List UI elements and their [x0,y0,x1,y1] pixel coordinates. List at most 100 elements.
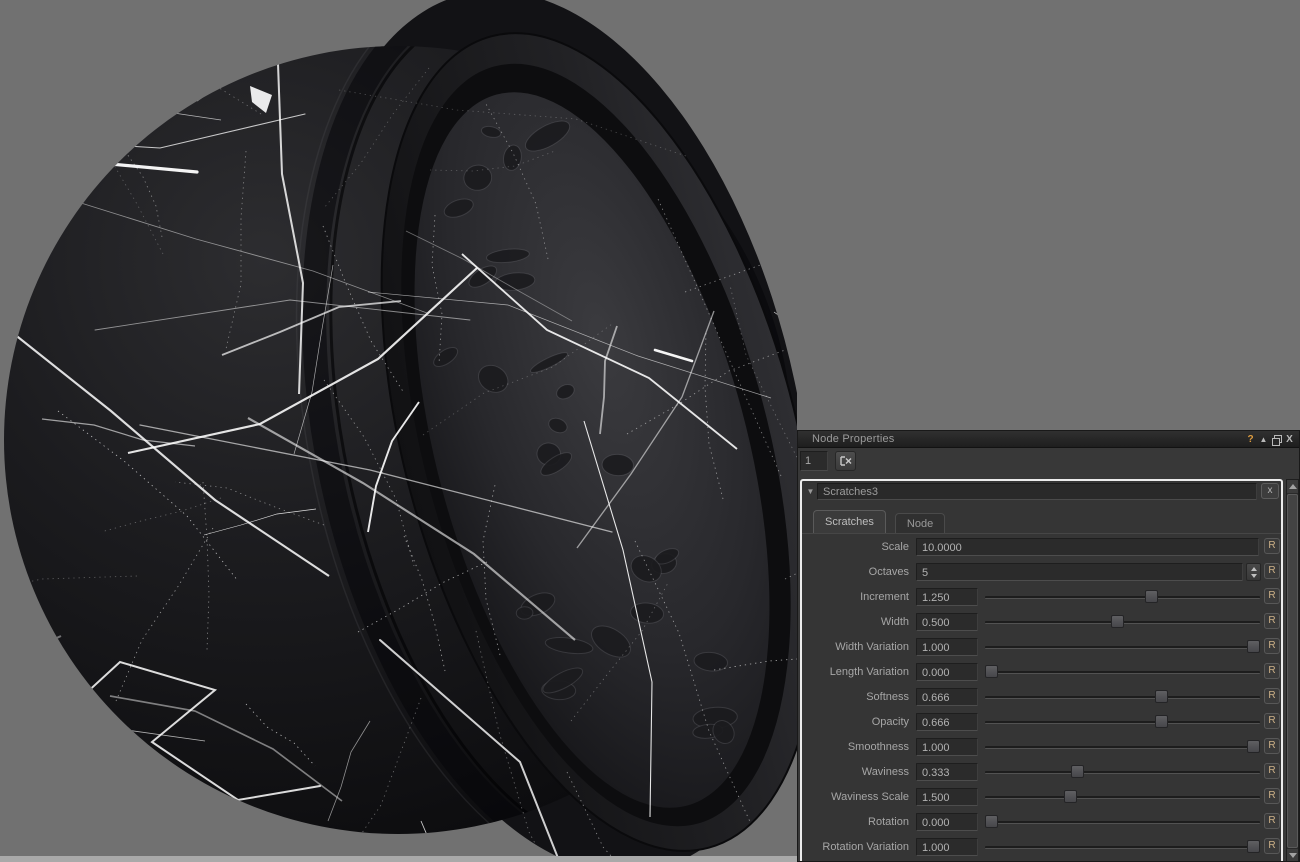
scroll-up-button[interactable] [1287,480,1298,493]
param-value-field[interactable]: 0.666 [916,713,978,731]
param-slider[interactable] [985,588,1260,606]
reset-button[interactable]: R [1264,813,1280,829]
node-name-field[interactable]: Scratches3 [817,483,1257,500]
param-row: Opacity 0.666 R [802,710,1281,735]
param-row: Length Variation 0.000 R [802,660,1281,685]
param-value-field[interactable]: 1.500 [916,788,978,806]
slider-track[interactable] [985,796,1260,799]
slider-track[interactable] [985,746,1260,749]
param-value-field[interactable]: 0.666 [916,688,978,706]
param-slider[interactable] [985,738,1260,756]
help-icon[interactable]: ? [1244,433,1257,446]
slider-track[interactable] [985,721,1260,724]
param-slider[interactable] [985,813,1260,831]
reset-button[interactable]: R [1264,838,1280,854]
param-value-field[interactable]: 1.000 [916,738,978,756]
reset-button[interactable]: R [1264,688,1280,704]
index-input[interactable]: 1 [800,451,828,471]
group-header: ▼ Scratches3 x [804,482,1279,500]
scroll-down-button[interactable] [1287,849,1298,862]
param-label: Opacity [802,716,909,728]
slider-handle[interactable] [1071,765,1084,778]
param-label: Length Variation [802,666,909,678]
reset-button[interactable]: R [1264,663,1280,679]
panel-scrollbar[interactable] [1286,479,1299,862]
pin-icon[interactable]: ▲ [1257,433,1270,446]
tab-scratches[interactable]: Scratches [813,510,886,533]
slider-handle[interactable] [1247,640,1260,653]
slider-handle[interactable] [985,665,998,678]
value-spinner[interactable] [1246,563,1261,581]
param-slider[interactable] [985,688,1260,706]
param-value-field[interactable]: 0.000 [916,663,978,681]
param-value-field[interactable]: 0.333 [916,763,978,781]
reset-button[interactable]: R [1264,788,1280,804]
param-row: Smoothness 1.000 R [802,735,1281,760]
slider-track[interactable] [985,821,1260,824]
viewport-bottom-edge [0,856,797,862]
reset-button[interactable]: R [1264,713,1280,729]
slider-handle[interactable] [1145,590,1158,603]
reset-button[interactable]: R [1264,538,1280,554]
param-label: Octaves [802,566,909,578]
reset-button[interactable]: R [1264,763,1280,779]
slider-track[interactable] [985,846,1260,849]
slider-handle[interactable] [1155,715,1168,728]
slider-handle[interactable] [1247,840,1260,853]
group-close-button[interactable]: x [1261,483,1279,499]
scrollbar-thumb[interactable] [1287,494,1298,848]
slider-track[interactable] [985,671,1260,674]
slider-handle[interactable] [1155,690,1168,703]
slider-track[interactable] [985,771,1260,774]
param-label: Rotation [802,816,909,828]
param-slider[interactable] [985,638,1260,656]
tab-node[interactable]: Node [895,513,945,533]
reset-button[interactable]: R [1264,738,1280,754]
panel-titlebar[interactable]: Node Properties ? ▲ X [798,431,1299,448]
collapse-icon[interactable]: ▼ [804,487,817,496]
param-row: Width Variation 1.000 R [802,635,1281,660]
reset-button[interactable]: R [1264,638,1280,654]
param-value-field[interactable]: 0.000 [916,813,978,831]
param-value-field[interactable]: 1.000 [916,838,978,856]
param-label: Rotation Variation [802,841,909,853]
param-slider[interactable] [985,788,1260,806]
panel-toolbar: 1 [798,448,1299,476]
spinner-down-icon[interactable] [1251,574,1257,578]
reset-button[interactable]: R [1264,613,1280,629]
clear-button[interactable] [835,451,856,471]
clear-list-icon [840,456,852,466]
close-icon[interactable]: X [1283,433,1296,446]
param-value-field[interactable]: 5 [916,563,1243,581]
param-rows: Scale10.0000ROctaves5RIncrement1.250RWid… [802,533,1281,860]
restore-icon[interactable] [1270,433,1283,446]
param-row: Octaves 5 R [802,560,1281,585]
param-row: Waviness Scale1.500R [802,785,1281,810]
slider-handle[interactable] [1247,740,1260,753]
slider-track[interactable] [985,696,1260,699]
param-value-field[interactable]: 1.000 [916,638,978,656]
param-slider[interactable] [985,613,1260,631]
node-properties-panel: Node Properties ? ▲ X 1 ▼ Scratches3 x [797,430,1300,862]
param-slider[interactable] [985,838,1260,856]
shader-ball-preview [0,0,797,862]
reset-button[interactable]: R [1264,563,1280,579]
param-slider[interactable] [985,763,1260,781]
param-label: Width Variation [802,641,909,653]
slider-track[interactable] [985,596,1260,599]
param-row: Waviness 0.333 R [802,760,1281,785]
param-label: Smoothness [802,741,909,753]
slider-track[interactable] [985,646,1260,649]
spinner-up-icon[interactable] [1251,567,1257,571]
param-label: Waviness [802,766,909,778]
param-slider[interactable] [985,663,1260,681]
param-row: Rotation 0.000 R [802,810,1281,835]
param-value-field[interactable]: 1.250 [916,588,978,606]
slider-handle[interactable] [1064,790,1077,803]
reset-button[interactable]: R [1264,588,1280,604]
param-slider[interactable] [985,713,1260,731]
param-value-field[interactable]: 0.500 [916,613,978,631]
param-value-field[interactable]: 10.0000 [916,538,1259,556]
slider-handle[interactable] [1111,615,1124,628]
slider-handle[interactable] [985,815,998,828]
